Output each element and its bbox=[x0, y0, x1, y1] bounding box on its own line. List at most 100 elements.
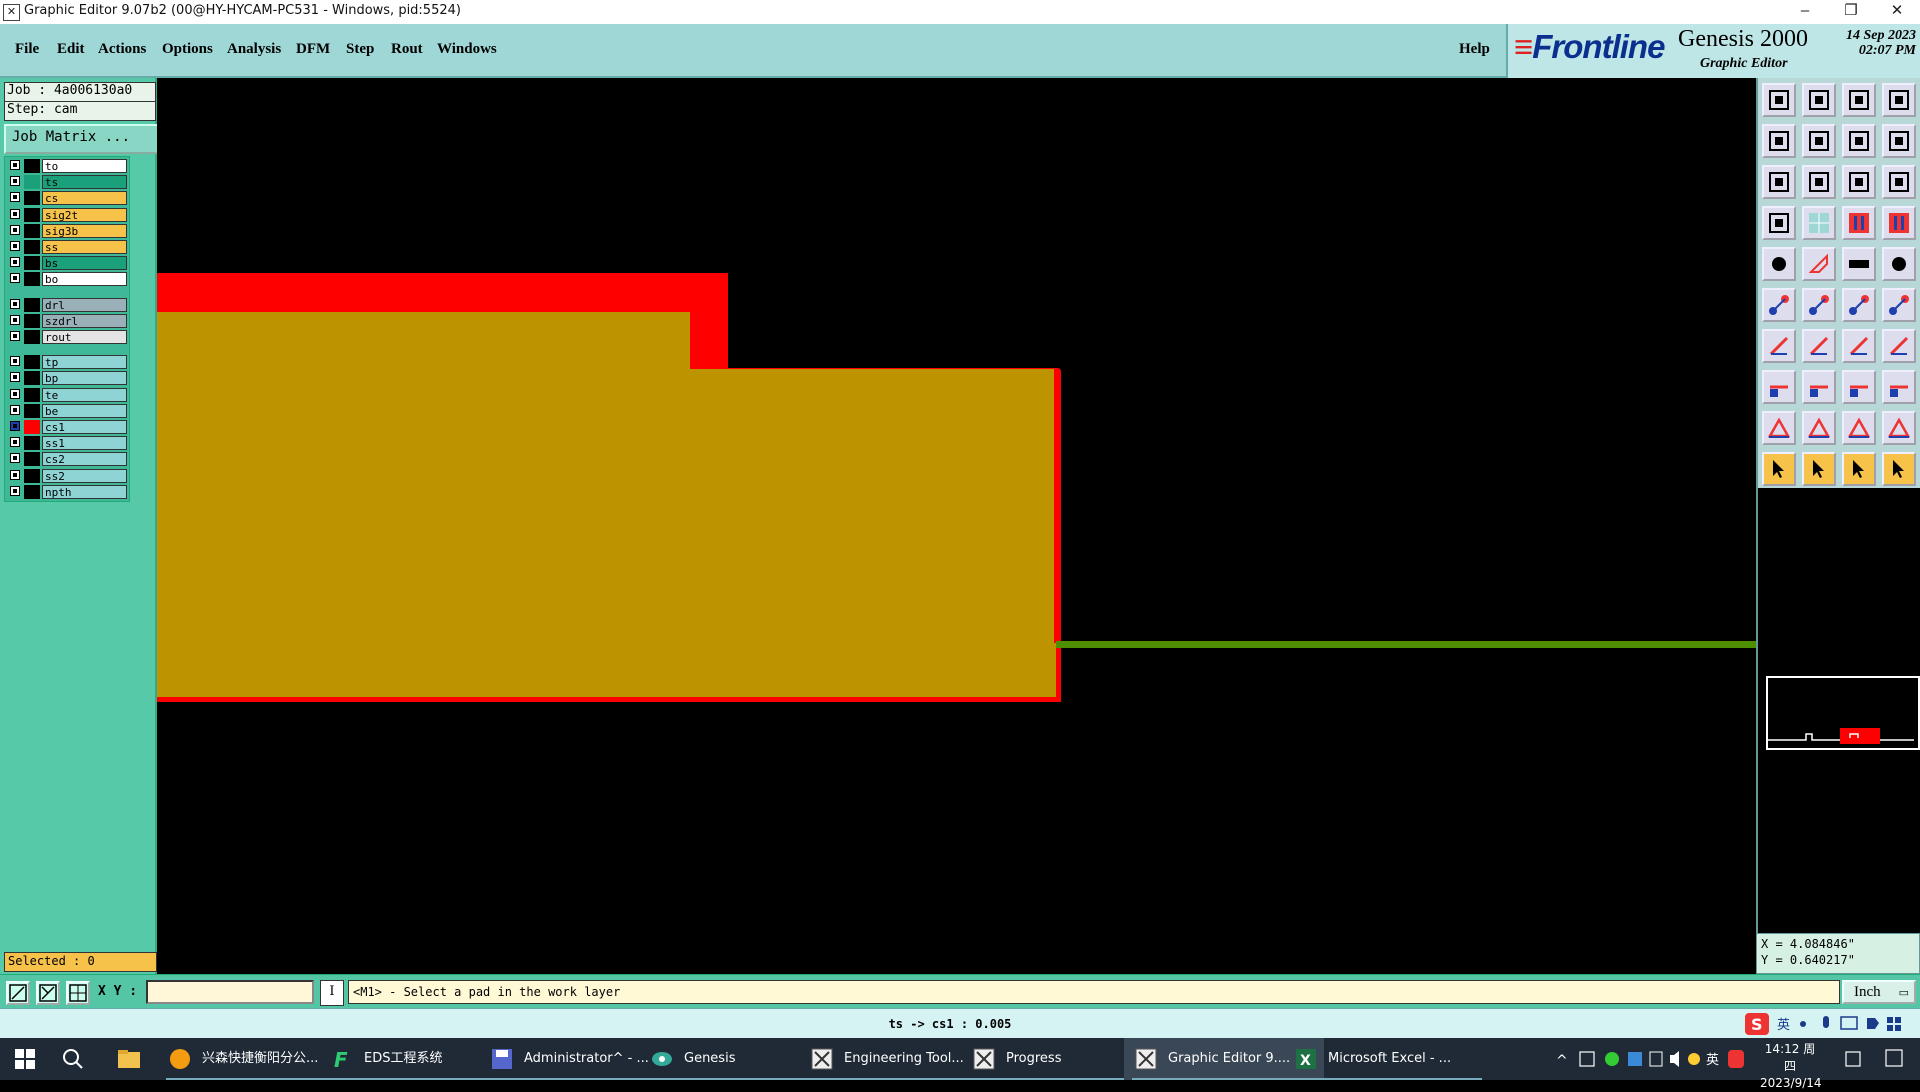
tool-scale-1to2-button[interactable] bbox=[1842, 165, 1876, 199]
layer-checkbox[interactable] bbox=[10, 404, 20, 415]
layer-checkbox[interactable] bbox=[10, 356, 20, 367]
tool-home-button[interactable] bbox=[1842, 83, 1876, 117]
layer-row[interactable]: ss1 bbox=[7, 436, 127, 451]
layer-color-swatch[interactable] bbox=[24, 403, 40, 418]
layer-color-swatch[interactable] bbox=[24, 420, 40, 434]
layer-name[interactable]: bo bbox=[42, 272, 127, 287]
tool-move-button[interactable] bbox=[1762, 370, 1796, 404]
layer-name[interactable]: szdrl bbox=[42, 313, 127, 328]
graphic-canvas[interactable] bbox=[157, 78, 1756, 974]
layer-row[interactable]: cs2 bbox=[7, 452, 127, 467]
tool-shapes-button[interactable] bbox=[1882, 370, 1916, 404]
layer-row[interactable]: bs bbox=[7, 256, 127, 271]
tool-connect-button[interactable] bbox=[1762, 288, 1796, 322]
tool-undo-view-button[interactable] bbox=[1842, 124, 1876, 158]
layer-checkbox[interactable] bbox=[10, 257, 20, 268]
layer-color-swatch[interactable] bbox=[24, 191, 40, 206]
tool-ruler-button[interactable] bbox=[1842, 247, 1876, 281]
tool-line-add-button[interactable] bbox=[1842, 288, 1876, 322]
tool-angle-button[interactable] bbox=[1762, 329, 1796, 363]
tool-zoom-center-button[interactable] bbox=[1802, 165, 1836, 199]
layer-name[interactable]: sig3b bbox=[42, 223, 127, 238]
minimize-button[interactable]: – bbox=[1782, 0, 1828, 24]
layer-checkbox[interactable] bbox=[10, 469, 20, 480]
layer-name[interactable]: cs1 bbox=[42, 420, 127, 434]
search-icon[interactable] bbox=[60, 1046, 86, 1072]
layer-row[interactable]: cs1 bbox=[7, 420, 127, 434]
unit-selector[interactable]: Inch ▭ bbox=[1842, 980, 1916, 1004]
tool-snap-red-button[interactable] bbox=[1842, 206, 1876, 240]
layer-name[interactable]: sig2t bbox=[42, 207, 127, 222]
layer-name[interactable]: bs bbox=[42, 256, 127, 271]
layer-color-swatch[interactable] bbox=[24, 240, 40, 254]
layer-color-swatch[interactable] bbox=[24, 484, 40, 499]
layer-checkbox[interactable] bbox=[10, 453, 20, 464]
layer-name[interactable]: drl bbox=[42, 297, 127, 312]
tool-toggle-button[interactable] bbox=[1882, 124, 1916, 158]
overview-map[interactable] bbox=[1766, 676, 1920, 750]
layer-color-swatch[interactable] bbox=[24, 159, 40, 173]
layer-name[interactable]: be bbox=[42, 403, 127, 418]
layer-color-swatch[interactable] bbox=[24, 207, 40, 222]
tool-minus-button[interactable] bbox=[1802, 370, 1836, 404]
tool-eraser-button[interactable] bbox=[1802, 247, 1836, 281]
tool-dimension-button[interactable] bbox=[1882, 329, 1916, 363]
tool-grid-view-button[interactable] bbox=[1802, 206, 1836, 240]
layer-name[interactable]: cs2 bbox=[42, 452, 127, 467]
tool-query-button[interactable] bbox=[1882, 165, 1916, 199]
layer-color-swatch[interactable] bbox=[24, 313, 40, 328]
tool-pan-right-button[interactable] bbox=[1802, 124, 1836, 158]
taskbar-clock[interactable]: 14:12 周四 2023/9/14 bbox=[1760, 1041, 1822, 1092]
menu-help[interactable]: Help bbox=[1459, 41, 1490, 58]
taskbar-item[interactable]: X Microsoft Excel - ... bbox=[1284, 1038, 1490, 1080]
layer-name[interactable]: ss bbox=[42, 240, 127, 254]
layer-row[interactable]: to bbox=[7, 159, 127, 173]
layer-color-swatch[interactable] bbox=[24, 452, 40, 467]
layer-checkbox[interactable] bbox=[10, 331, 20, 341]
menu-actions[interactable]: Actions bbox=[98, 41, 146, 58]
job-matrix-button[interactable]: Job Matrix ... bbox=[4, 124, 162, 154]
menu-step[interactable]: Step bbox=[346, 41, 374, 58]
layer-name[interactable]: ts bbox=[42, 175, 127, 190]
layer-checkbox[interactable] bbox=[10, 208, 20, 219]
canvas-drawing[interactable] bbox=[157, 78, 1756, 974]
layer-name[interactable]: to bbox=[42, 159, 127, 173]
layer-color-swatch[interactable] bbox=[24, 387, 40, 402]
menu-edit[interactable]: Edit bbox=[57, 41, 85, 58]
layer-checkbox[interactable] bbox=[10, 192, 20, 203]
layer-row[interactable]: sig2t bbox=[7, 207, 127, 222]
layer-row[interactable]: cs bbox=[7, 191, 127, 206]
layer-row[interactable]: tp bbox=[7, 355, 127, 370]
tool-helicopter-button[interactable] bbox=[1762, 206, 1796, 240]
tool-pad-button[interactable] bbox=[1882, 247, 1916, 281]
tool-snap-red-2-button[interactable] bbox=[1882, 206, 1916, 240]
close-button[interactable]: ✕ bbox=[1874, 0, 1920, 24]
layer-checkbox[interactable] bbox=[10, 485, 20, 496]
layer-checkbox[interactable] bbox=[10, 224, 20, 235]
layer-color-swatch[interactable] bbox=[24, 272, 40, 287]
layer-name[interactable]: cs bbox=[42, 191, 127, 206]
tool-triangle-a-button[interactable] bbox=[1802, 411, 1836, 445]
tool-pointer-circle-button[interactable] bbox=[1842, 452, 1876, 486]
layer-color-swatch[interactable] bbox=[24, 436, 40, 451]
tool-line-add-2-button[interactable] bbox=[1882, 288, 1916, 322]
layer-color-swatch[interactable] bbox=[24, 175, 40, 190]
layer-checkbox[interactable] bbox=[10, 388, 20, 399]
layer-name[interactable]: tp bbox=[42, 355, 127, 370]
layer-row[interactable]: bp bbox=[7, 371, 127, 386]
layer-row[interactable]: drl bbox=[7, 297, 127, 312]
layer-color-swatch[interactable] bbox=[24, 355, 40, 370]
layer-checkbox[interactable] bbox=[10, 314, 20, 325]
layer-color-swatch[interactable] bbox=[24, 256, 40, 271]
layer-row[interactable]: ss2 bbox=[7, 468, 127, 483]
menu-dfm[interactable]: DFM bbox=[296, 41, 330, 58]
info-button[interactable]: I bbox=[320, 980, 344, 1006]
tool-zoom-out-button[interactable] bbox=[1802, 83, 1836, 117]
menu-file[interactable]: File bbox=[15, 41, 39, 58]
tool-slash-button[interactable] bbox=[1802, 329, 1836, 363]
layer-row[interactable]: ts bbox=[7, 175, 127, 190]
layer-color-swatch[interactable] bbox=[24, 297, 40, 312]
layer-name[interactable]: ss2 bbox=[42, 468, 127, 483]
tool-triangle-b-button[interactable] bbox=[1842, 411, 1876, 445]
layer-checkbox[interactable] bbox=[10, 241, 20, 251]
